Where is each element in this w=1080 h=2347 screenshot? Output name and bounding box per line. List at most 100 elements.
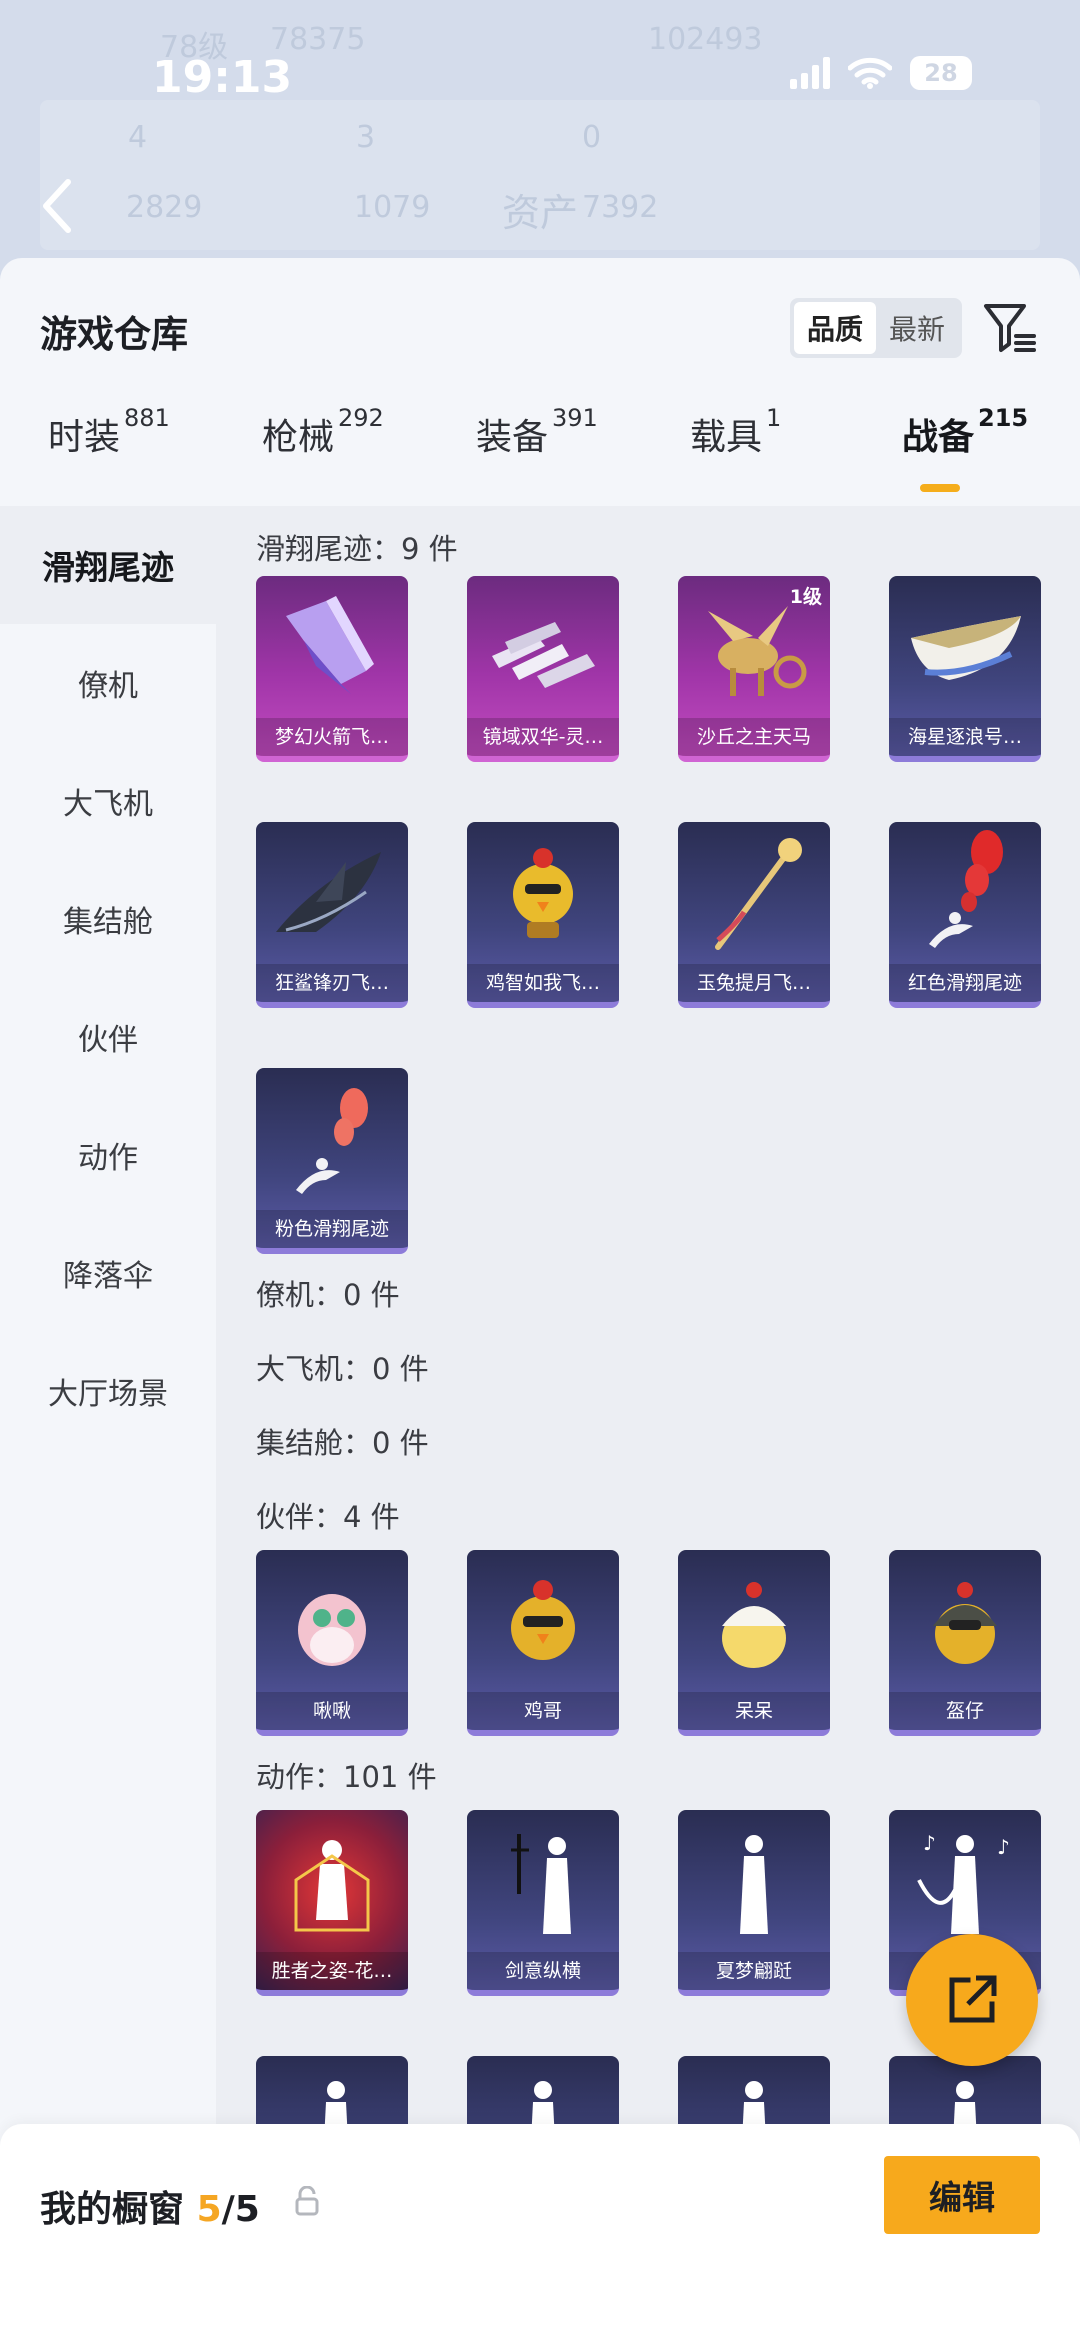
- showcase-current-count: 5: [196, 2189, 222, 2230]
- sort-toggle: 品质 最新: [790, 298, 962, 358]
- sort-latest-option[interactable]: 最新: [876, 302, 958, 354]
- item-card[interactable]: 红色滑翔尾迹: [889, 822, 1041, 1008]
- victory-pose-icon: [294, 1840, 370, 1932]
- red-smoke-trail-icon: [929, 830, 1003, 948]
- showcase-label: 我的橱窗 5/5: [40, 2189, 260, 2230]
- rocket-wing-icon: [286, 596, 374, 694]
- item-name: 狂鲨锋刃飞…: [256, 964, 408, 1002]
- tab-combat-gear[interactable]: 战备 215: [902, 404, 1028, 460]
- item-name: 海星逐浪号…: [889, 718, 1041, 756]
- stat-b: 3: [356, 120, 376, 155]
- sidebar-item-pod[interactable]: 集结舱: [0, 860, 216, 978]
- sword-dance-icon: [511, 1834, 571, 1934]
- item-card[interactable]: 盔仔: [889, 1550, 1041, 1736]
- pink-bird-icon: [298, 1594, 366, 1666]
- other-value: 102493: [648, 22, 763, 57]
- jade-rabbit-staff-icon: [715, 838, 802, 950]
- signal-icon: [790, 57, 830, 89]
- item-card[interactable]: 胜者之姿-花…: [256, 1810, 408, 1996]
- chicken-plane-icon: [513, 848, 573, 938]
- item-card[interactable]: 玉兔提月飞…: [678, 822, 830, 1008]
- back-chevron-icon[interactable]: [42, 178, 72, 234]
- section-title-trail: 滑翔尾迹：9 件: [256, 532, 458, 566]
- music-dance-icon: ♪ ♪: [917, 1831, 1010, 1934]
- item-name: 鸡哥: [467, 1692, 619, 1730]
- stat-a: 4: [128, 120, 148, 155]
- item-name: 玉兔提月飞…: [678, 964, 830, 1002]
- wifi-icon: [848, 57, 892, 89]
- item-card[interactable]: 狂鲨锋刃飞…: [256, 822, 408, 1008]
- page-title: 游戏仓库: [40, 313, 188, 356]
- share-button[interactable]: [906, 1934, 1038, 2066]
- chicken-brother-icon: [511, 1580, 575, 1660]
- item-content: 滑翔尾迹：9 件 梦幻火箭飞… 镜域双华-灵… 1级 沙丘之主天马 海星逐浪号……: [216, 506, 1080, 2347]
- sidebar-item-airplane[interactable]: 大飞机: [0, 742, 216, 860]
- item-name: 鸡智如我飞…: [467, 964, 619, 1002]
- item-card[interactable]: 鸡哥: [467, 1550, 619, 1736]
- item-card[interactable]: 海星逐浪号…: [889, 576, 1041, 762]
- sidebar-item-partner[interactable]: 伙伴: [0, 978, 216, 1096]
- stat-d: 2829: [126, 190, 203, 225]
- tab-equipment[interactable]: 装备 391: [476, 404, 598, 460]
- starfish-boat-icon: [911, 616, 1021, 680]
- item-name: 剑意纵横: [467, 1952, 619, 1990]
- sidebar-item-glide-trail[interactable]: 滑翔尾迹: [0, 506, 216, 624]
- section-title-partner: 伙伴：4 件: [256, 1500, 400, 1534]
- item-name: 沙丘之主天马: [678, 718, 830, 756]
- item-name: 粉色滑翔尾迹: [256, 1210, 408, 1248]
- tab-vehicle[interactable]: 载具 1: [690, 404, 781, 460]
- sidebar-item-lobby-scene[interactable]: 大厅场景: [0, 1332, 216, 1450]
- egg-chick-icon: [722, 1582, 786, 1668]
- item-card[interactable]: 镜域双华-灵…: [467, 576, 619, 762]
- share-icon: [949, 1975, 997, 2023]
- item-card[interactable]: 梦幻火箭飞…: [256, 576, 408, 762]
- svg-text:♪: ♪: [997, 1835, 1010, 1859]
- status-icons: 28: [790, 56, 972, 90]
- stat-c: 0: [582, 120, 602, 155]
- lock-icon: [295, 2186, 319, 2216]
- shark-blade-icon: [276, 852, 381, 932]
- background-profile-header: 78级 78375 102493 4 3 0 2829 1079 资产 7392: [0, 0, 1080, 280]
- filter-icon[interactable]: [982, 300, 1038, 356]
- item-card[interactable]: 呆呆: [678, 1550, 830, 1736]
- item-card[interactable]: 粉色滑翔尾迹: [256, 1068, 408, 1254]
- item-card[interactable]: 鸡智如我飞…: [467, 822, 619, 1008]
- svg-text:♪: ♪: [923, 1831, 936, 1855]
- sidebar-item-wingman[interactable]: 僚机: [0, 624, 216, 742]
- item-name: 呆呆: [678, 1692, 830, 1730]
- tab-weapon[interactable]: 枪械 292: [262, 404, 384, 460]
- sort-quality-option[interactable]: 品质: [794, 302, 876, 354]
- item-name: 夏梦翩跹: [678, 1952, 830, 1990]
- status-time: 19:13: [152, 52, 293, 103]
- section-title-emote: 动作：101 件: [256, 1760, 437, 1794]
- edit-button[interactable]: 编辑: [884, 2156, 1040, 2234]
- item-name: 啾啾: [256, 1692, 408, 1730]
- sidebar-item-parachute[interactable]: 降落伞: [0, 1214, 216, 1332]
- category-tabs: 时装 881 枪械 292 装备 391 载具 1 战备 215: [0, 404, 1080, 498]
- battery-icon: 28: [910, 56, 972, 90]
- item-level-badge: 1级: [789, 586, 822, 608]
- section-title-airplane: 大飞机：0 件: [256, 1352, 429, 1386]
- showcase-total-count: /5: [221, 2189, 260, 2230]
- section-title-wingman: 僚机：0 件: [256, 1278, 400, 1312]
- item-name: 红色滑翔尾迹: [889, 964, 1041, 1002]
- item-card[interactable]: 1级 沙丘之主天马: [678, 576, 830, 762]
- tab-costume[interactable]: 时装 881: [48, 404, 170, 460]
- sidebar: 滑翔尾迹 僚机 大飞机 集结舱 伙伴 动作 降落伞 大厅场景: [0, 506, 216, 2347]
- showcase-bar: 我的橱窗 5/5 编辑: [0, 2124, 1080, 2347]
- item-card[interactable]: 啾啾: [256, 1550, 408, 1736]
- assets-label: 资产: [502, 191, 579, 235]
- assets-value: 7392: [582, 190, 659, 225]
- active-tab-indicator: [920, 484, 960, 492]
- sidebar-item-emote[interactable]: 动作: [0, 1096, 216, 1214]
- item-name: 镜域双华-灵…: [467, 718, 619, 756]
- item-card[interactable]: 夏梦翩跹: [678, 1810, 830, 1996]
- helmet-chick-icon: [933, 1582, 997, 1664]
- section-title-pod: 集结舱：0 件: [256, 1426, 429, 1460]
- item-name: 胜者之姿-花…: [256, 1952, 408, 1990]
- item-card[interactable]: 剑意纵横: [467, 1810, 619, 1996]
- item-name: 盔仔: [889, 1692, 1041, 1730]
- stat-e: 1079: [354, 190, 431, 225]
- pink-smoke-trail-icon: [296, 1088, 368, 1194]
- mirror-blades-icon: [492, 622, 595, 688]
